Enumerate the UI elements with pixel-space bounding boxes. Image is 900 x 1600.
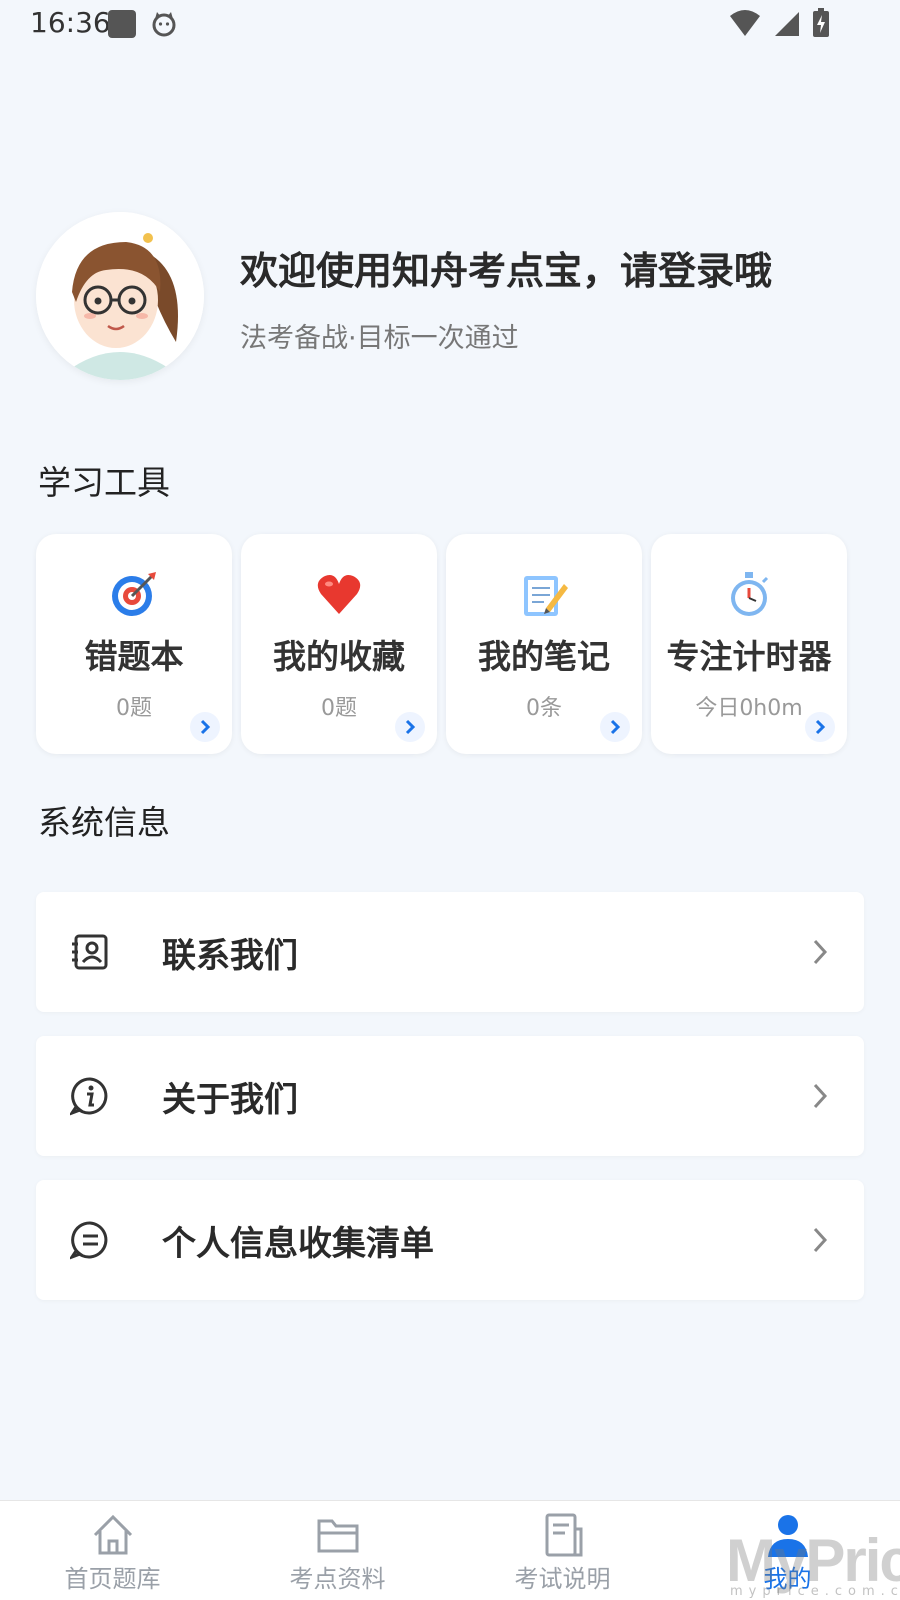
chevron-right-icon[interactable] bbox=[395, 712, 425, 742]
avatar[interactable] bbox=[36, 212, 204, 380]
chevron-right-icon bbox=[813, 1083, 828, 1109]
system-section-title: 系统信息 bbox=[38, 803, 170, 842]
menu-item-contact[interactable]: 联系我们 bbox=[36, 892, 864, 1012]
tab-label: 考试说明 bbox=[514, 1565, 611, 1593]
chevron-right-icon[interactable] bbox=[190, 712, 220, 742]
tab-label: 首页题库 bbox=[64, 1565, 161, 1593]
tool-card-timer[interactable]: 专注计时器 今日0h0m bbox=[651, 534, 847, 754]
watermark-url: myprice.com.cn bbox=[730, 1584, 900, 1599]
notepad-icon bbox=[446, 570, 642, 618]
status-right-icons bbox=[722, 8, 830, 38]
tool-title: 我的笔记 bbox=[478, 637, 610, 676]
tab-label: 考点资料 bbox=[289, 1565, 386, 1593]
battery-charging-icon bbox=[813, 8, 829, 37]
status-time: 16:36 bbox=[30, 6, 111, 39]
tool-title: 专注计时器 bbox=[666, 637, 832, 676]
cat-icon bbox=[150, 10, 178, 38]
notification-square-icon bbox=[108, 10, 136, 38]
menu-item-about[interactable]: 关于我们 bbox=[36, 1036, 864, 1156]
info-icon bbox=[70, 1077, 108, 1116]
contact-card-icon bbox=[72, 934, 108, 970]
tools-section-title: 学习工具 bbox=[38, 463, 170, 502]
heart-icon bbox=[241, 570, 437, 618]
stopwatch-icon bbox=[651, 570, 847, 618]
chevron-right-icon bbox=[813, 939, 828, 965]
tool-card-mistakes[interactable]: 错题本 0题 bbox=[36, 534, 232, 754]
tool-title: 我的收藏 bbox=[273, 637, 405, 676]
tab-materials[interactable]: 考点资料 bbox=[225, 1501, 450, 1600]
tab-home[interactable]: 首页题库 bbox=[0, 1501, 225, 1600]
target-icon bbox=[36, 570, 232, 618]
menu-item-privacy-list[interactable]: 个人信息收集清单 bbox=[36, 1180, 864, 1300]
chevron-right-icon bbox=[813, 1227, 828, 1253]
profile-header[interactable]: 欢迎使用知舟考点宝，请登录哦 法考备战·目标一次通过 bbox=[36, 212, 866, 382]
chevron-right-icon[interactable] bbox=[600, 712, 630, 742]
document-icon bbox=[450, 1511, 675, 1559]
wifi-icon bbox=[729, 10, 760, 36]
status-bar: 16:36 bbox=[0, 0, 900, 48]
chevron-right-icon[interactable] bbox=[805, 712, 835, 742]
folder-icon bbox=[225, 1511, 450, 1559]
tool-card-favorites[interactable]: 我的收藏 0题 bbox=[241, 534, 437, 754]
menu-label: 个人信息收集清单 bbox=[162, 1224, 434, 1264]
signal-icon bbox=[774, 12, 799, 36]
chat-bubble-icon bbox=[70, 1221, 108, 1260]
tools-grid: 错题本 0题 我的收藏 0题 我的笔记 0条 专注计时器 今日0h0m bbox=[36, 534, 866, 756]
slogan-text: 法考备战·目标一次通过 bbox=[240, 323, 519, 354]
tool-title: 错题本 bbox=[84, 637, 184, 676]
home-icon bbox=[0, 1511, 225, 1559]
welcome-title[interactable]: 欢迎使用知舟考点宝，请登录哦 bbox=[240, 240, 772, 295]
tool-card-notes[interactable]: 我的笔记 0条 bbox=[446, 534, 642, 754]
menu-label: 联系我们 bbox=[162, 936, 298, 976]
tab-exam-info[interactable]: 考试说明 bbox=[450, 1501, 675, 1600]
menu-label: 关于我们 bbox=[162, 1080, 298, 1120]
